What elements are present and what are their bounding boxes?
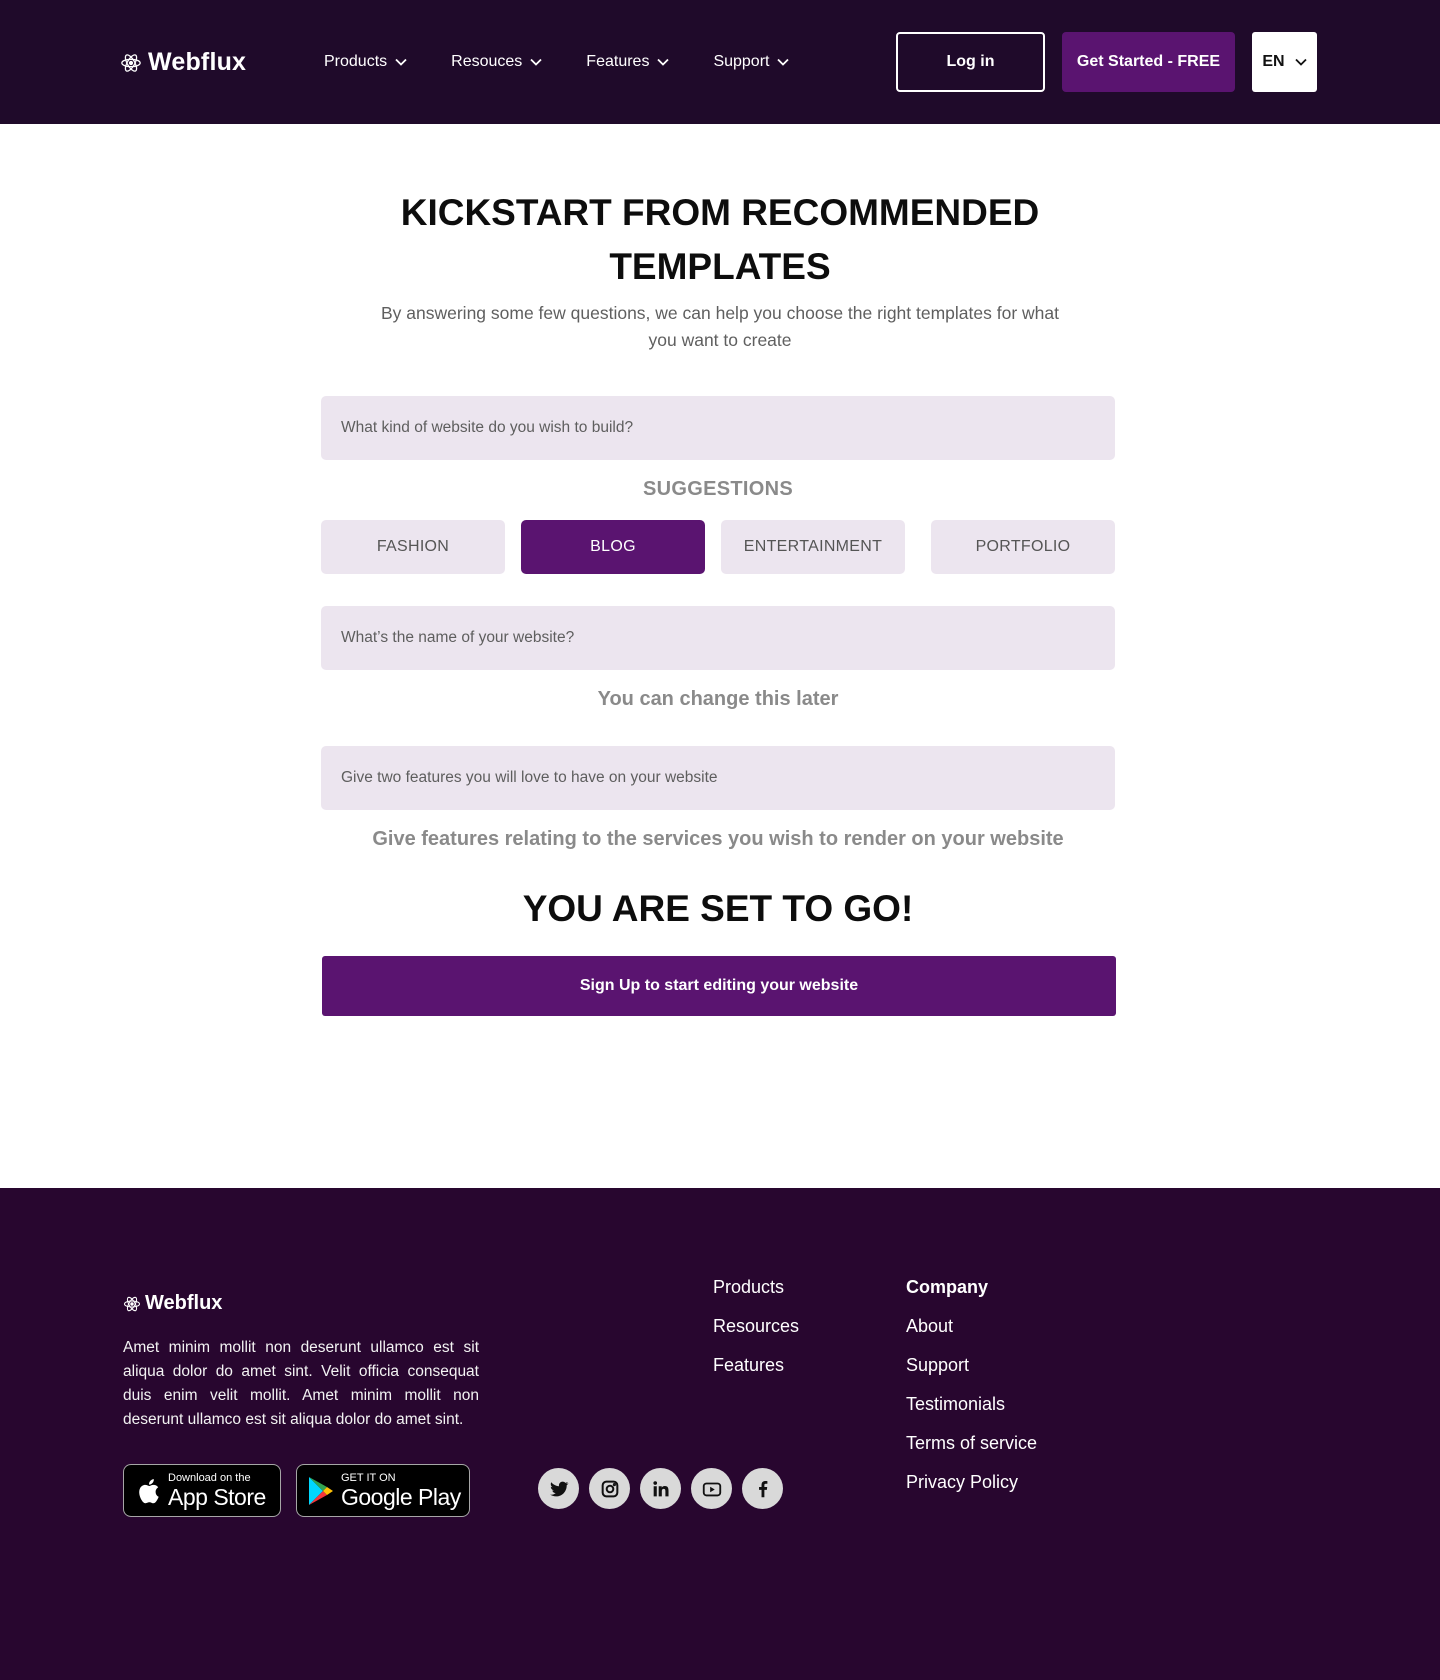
get-started-button[interactable]: Get Started - FREE <box>1062 32 1235 92</box>
nav-products-label: Products <box>324 53 388 70</box>
suggestion-chip-blog[interactable]: BLOG <box>521 520 705 574</box>
chevron-down-icon <box>395 58 407 66</box>
chevron-down-icon <box>777 58 790 66</box>
ready-heading: YOU ARE SET TO GO! <box>522 888 914 929</box>
suggestion-chip-portfolio[interactable]: PORTFOLIO <box>931 520 1115 574</box>
website-kind-input[interactable] <box>321 396 1115 460</box>
nav-products[interactable]: Products <box>324 50 407 74</box>
brand-name: Webflux <box>148 48 247 76</box>
suggestion-chip-entertainment[interactable]: ENTERTAINMENT <box>721 520 905 574</box>
language-selector[interactable]: EN <box>1252 32 1317 92</box>
atom-logo-icon <box>123 1296 141 1311</box>
app-store-small-text: Download on the <box>168 1471 251 1484</box>
google-play-icon <box>307 1475 335 1507</box>
signup-button[interactable]: Sign Up to start editing your website <box>322 956 1116 1016</box>
login-button[interactable]: Log in <box>896 32 1045 92</box>
language-value: EN <box>1262 53 1285 70</box>
nav-features-label: Features <box>586 53 650 70</box>
page-title: KICKSTART FROM RECOMMENDED TEMPLATES <box>400 192 1040 287</box>
page-subtitle: By answering some few questions, we can … <box>380 303 1059 350</box>
nav-support-label: Support <box>713 53 770 70</box>
nav-support[interactable]: Support <box>713 50 790 74</box>
footer-link-support[interactable]: Support <box>906 1346 1037 1385</box>
google-play-badge[interactable]: GET IT ON Google Play <box>296 1464 470 1517</box>
nav-resources[interactable]: Resouces <box>451 50 542 74</box>
google-play-small-text: GET IT ON <box>341 1471 396 1484</box>
footer-brand-logo[interactable]: Webflux <box>123 1292 222 1315</box>
suggestion-chip-fashion[interactable]: FASHION <box>321 520 505 574</box>
chevron-down-icon <box>1294 58 1307 66</box>
twitter-icon[interactable] <box>538 1468 579 1509</box>
footer-brand-name: Webflux <box>145 1292 223 1314</box>
features-input[interactable] <box>321 746 1115 810</box>
footer-links-column-1: Products Resources Features <box>713 1268 799 1385</box>
youtube-icon[interactable] <box>691 1468 732 1509</box>
google-play-big-text: Google Play <box>341 1483 461 1510</box>
footer-link-about[interactable]: About <box>906 1307 1037 1346</box>
site-footer: Webflux Amet minim mollit non deserunt u… <box>0 1188 1440 1680</box>
footer-link-terms[interactable]: Terms of service <box>906 1424 1037 1463</box>
footer-links-column-2: Company About Support Testimonials Terms… <box>906 1268 1037 1502</box>
website-name-hint: You can change this later <box>597 688 839 710</box>
footer-description: Amet minim mollit non deserunt ullamco e… <box>123 1339 479 1428</box>
linkedin-icon[interactable] <box>640 1468 681 1509</box>
facebook-icon[interactable] <box>742 1468 783 1509</box>
apple-icon <box>134 1475 162 1507</box>
social-links <box>538 1468 783 1509</box>
footer-company-heading: Company <box>906 1277 989 1297</box>
suggestions-label: SUGGESTIONS <box>643 478 793 500</box>
site-header: Webflux Products Resouces Features Suppo… <box>0 0 1440 124</box>
footer-link-products[interactable]: Products <box>713 1268 799 1307</box>
instagram-icon[interactable] <box>589 1468 630 1509</box>
website-name-input[interactable] <box>321 606 1115 670</box>
nav-features[interactable]: Features <box>586 50 670 74</box>
atom-logo-icon <box>121 53 141 72</box>
app-store-badge[interactable]: Download on the App Store <box>123 1464 281 1517</box>
chevron-down-icon <box>657 58 670 66</box>
brand-logo[interactable]: Webflux <box>120 48 246 77</box>
footer-link-features[interactable]: Features <box>713 1346 799 1385</box>
app-store-big-text: App Store <box>168 1483 266 1510</box>
footer-link-privacy[interactable]: Privacy Policy <box>906 1463 1037 1502</box>
features-hint: Give features relating to the services y… <box>372 828 1064 850</box>
footer-link-resources[interactable]: Resources <box>713 1307 799 1346</box>
chevron-down-icon <box>530 58 542 66</box>
nav-resources-label: Resouces <box>451 53 523 70</box>
footer-link-testimonials[interactable]: Testimonials <box>906 1385 1037 1424</box>
main-nav: Products Resouces Features Support <box>324 50 833 74</box>
